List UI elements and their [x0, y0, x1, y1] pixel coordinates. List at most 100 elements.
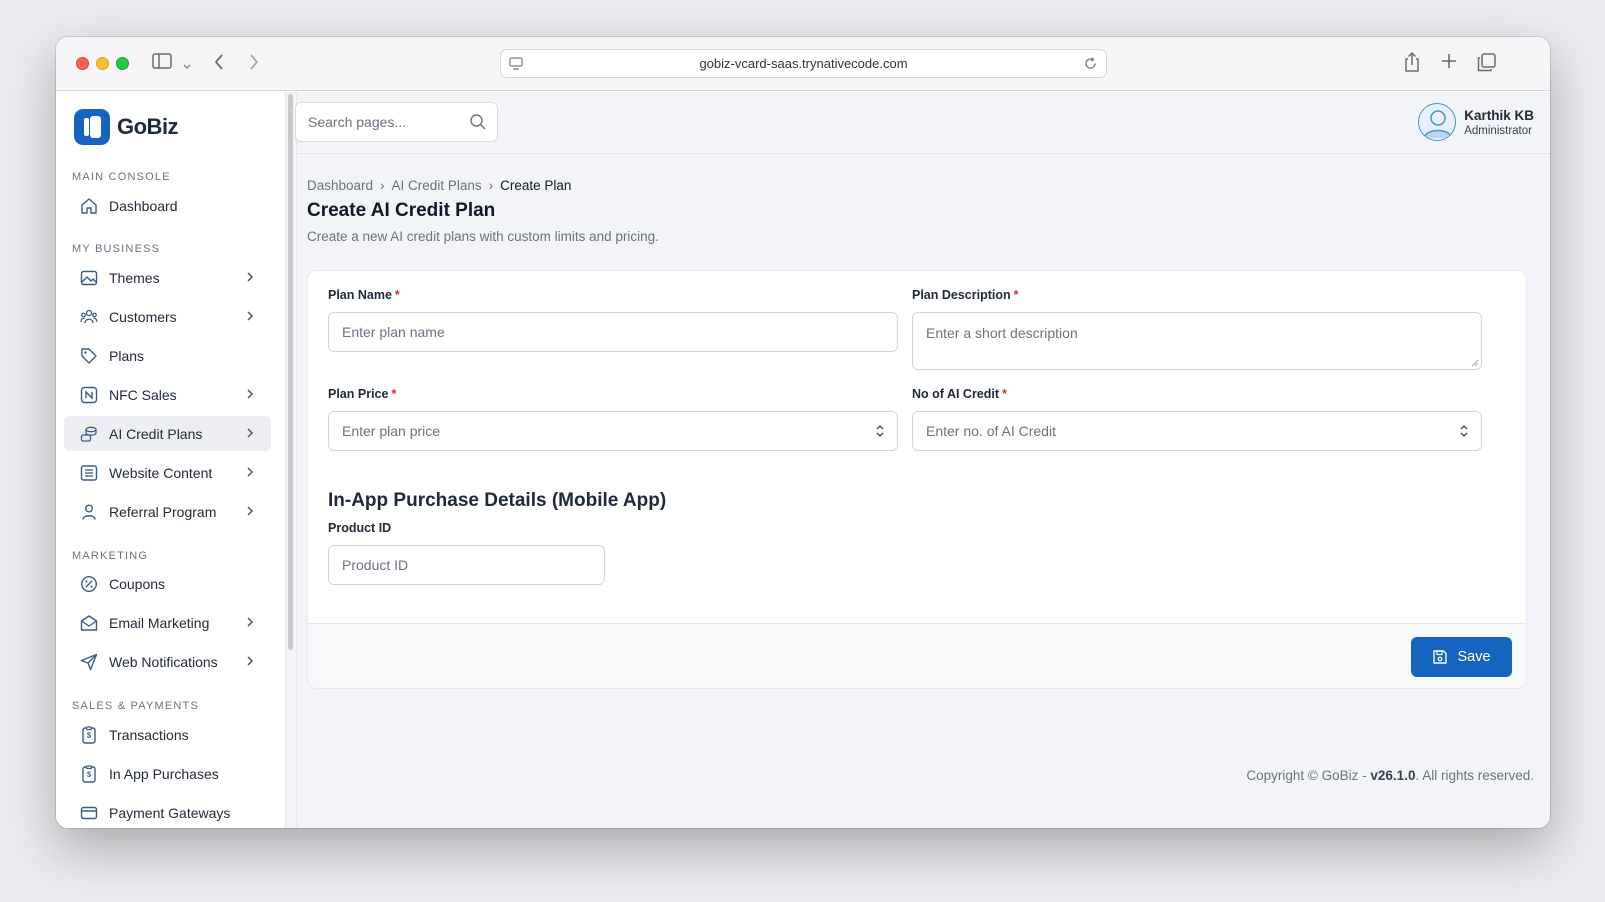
- user-role: Administrator: [1464, 124, 1532, 137]
- sidebar-toggle-icon[interactable]: [152, 53, 172, 73]
- plan-price-label: Plan Price *: [328, 387, 397, 401]
- chevron-right-icon: [247, 428, 254, 438]
- ai-credit-label: No of AI Credit *: [912, 387, 1007, 401]
- breadcrumb-ai-credit-plans[interactable]: AI Credit Plans: [392, 178, 482, 193]
- sidebar-item-referral-program[interactable]: Referral Program: [64, 494, 271, 529]
- document-icon: [80, 464, 98, 482]
- plan-description-label: Plan Description *: [912, 288, 1019, 302]
- browser-titlebar: gobiz-vcard-saas.trynativecode.com: [56, 37, 1550, 91]
- top-header: Search pages... Karthik KB Administrator: [295, 92, 1550, 154]
- discount-icon: [80, 575, 98, 593]
- sidebar-item-label: Customers: [109, 308, 177, 325]
- minimize-window-button[interactable]: [96, 57, 109, 70]
- sidebar-item-label: Website Content: [109, 464, 213, 481]
- sidebar-item-label: Web Notifications: [109, 653, 218, 670]
- share-icon[interactable]: [1403, 51, 1421, 77]
- version-text: v26.1.0: [1370, 768, 1416, 783]
- sidebar-item-label: In App Purchases: [109, 765, 219, 782]
- sidebar-item-label: AI Credit Plans: [109, 425, 203, 442]
- forward-icon[interactable]: [248, 53, 260, 75]
- reload-icon[interactable]: [1083, 56, 1098, 71]
- main-content: Search pages... Karthik KB Administrator…: [295, 92, 1550, 828]
- sidebar-item-nfc-sales[interactable]: NFC Sales: [64, 377, 271, 412]
- chevron-down-icon[interactable]: [182, 55, 192, 75]
- sidebar-item-label: Transactions: [109, 726, 189, 743]
- sidebar-item-label: Email Marketing: [109, 614, 210, 631]
- save-label: Save: [1457, 649, 1491, 665]
- brand-logo[interactable]: GoBiz: [74, 109, 179, 145]
- sidebar-item-coupons[interactable]: Coupons: [64, 566, 271, 601]
- sidebar-item-in-app-purchases[interactable]: In App Purchases: [64, 756, 271, 791]
- sidebar-item-email-marketing[interactable]: Email Marketing: [64, 605, 271, 640]
- sidebar-item-dashboard[interactable]: Dashboard: [64, 188, 271, 223]
- card-icon: [80, 804, 98, 822]
- number-stepper-icon[interactable]: [1459, 423, 1469, 439]
- product-id-label: Product ID: [328, 521, 392, 535]
- sidebar-item-themes[interactable]: Themes: [64, 260, 271, 295]
- nfc-icon: [80, 386, 98, 404]
- section-sales-payments: SALES & PAYMENTS: [72, 700, 199, 712]
- back-icon[interactable]: [213, 53, 225, 75]
- page-title: Create AI Credit Plan: [307, 200, 496, 221]
- save-button[interactable]: Save: [1411, 637, 1512, 677]
- number-stepper-icon[interactable]: [875, 423, 885, 439]
- breadcrumb: Dashboard › AI Credit Plans › Create Plan: [307, 178, 572, 193]
- search-icon[interactable]: [469, 113, 487, 131]
- coins-icon: [80, 425, 98, 443]
- receipt-icon: [80, 725, 98, 744]
- sidebar-item-label: Dashboard: [109, 197, 178, 214]
- chevron-right-icon: [247, 467, 254, 477]
- close-window-button[interactable]: [76, 57, 89, 70]
- chevron-right-icon: [247, 506, 254, 516]
- sidebar-item-label: Referral Program: [109, 503, 217, 520]
- sidebar-scrollbar[interactable]: [288, 94, 293, 650]
- plan-name-label: Plan Name *: [328, 288, 400, 302]
- sidebar-item-customers[interactable]: Customers: [64, 299, 271, 334]
- chevron-right-icon: [247, 656, 254, 666]
- plan-form-card: Plan Name * Enter plan name Plan Descript…: [307, 270, 1527, 689]
- plan-price-input[interactable]: Enter plan price: [328, 411, 898, 451]
- plan-name-input[interactable]: Enter plan name: [328, 312, 898, 352]
- send-icon: [80, 653, 98, 671]
- ai-credit-input[interactable]: Enter no. of AI Credit: [912, 411, 1482, 451]
- sidebar-item-transactions[interactable]: Transactions: [64, 717, 271, 752]
- copyright-text: Copyright © GoBiz - v26.1.0. All rights …: [1246, 768, 1534, 783]
- sidebar-item-web-notifications[interactable]: Web Notifications: [64, 644, 271, 679]
- section-marketing: MARKETING: [72, 550, 149, 562]
- sidebar-item-ai-credit-plans[interactable]: AI Credit Plans: [64, 416, 271, 451]
- sidebar-item-label: NFC Sales: [109, 386, 177, 403]
- maximize-window-button[interactable]: [116, 57, 129, 70]
- plan-description-textarea[interactable]: Enter a short description: [912, 312, 1482, 370]
- home-icon: [80, 197, 98, 215]
- chevron-right-icon: [247, 617, 254, 627]
- chevron-right-icon: [247, 311, 254, 321]
- site-settings-icon: [509, 57, 523, 70]
- search-input[interactable]: Search pages...: [295, 102, 498, 142]
- section-my-business: MY BUSINESS: [72, 243, 161, 255]
- mail-icon: [80, 614, 98, 632]
- chevron-right-icon: [247, 389, 254, 399]
- address-bar[interactable]: gobiz-vcard-saas.trynativecode.com: [500, 49, 1107, 78]
- sidebar: GoBiz MAIN CONSOLE Dashboard MY BUSINESS…: [56, 92, 286, 828]
- user-icon: [80, 503, 98, 521]
- search-placeholder: Search pages...: [308, 114, 407, 130]
- new-tab-icon[interactable]: [1441, 53, 1457, 73]
- image-icon: [80, 269, 98, 287]
- product-id-input[interactable]: Product ID: [328, 545, 605, 585]
- resize-handle-icon[interactable]: [1471, 359, 1479, 367]
- browser-window: gobiz-vcard-saas.trynativecode.com GoBiz…: [56, 37, 1550, 828]
- breadcrumb-current: Create Plan: [500, 178, 572, 193]
- sidebar-item-payment-gateways[interactable]: Payment Gateways: [64, 795, 271, 828]
- sidebar-item-website-content[interactable]: Website Content: [64, 455, 271, 490]
- page-subtitle: Create a new AI credit plans with custom…: [307, 229, 659, 244]
- sidebar-item-label: Themes: [109, 269, 160, 286]
- sidebar-item-plans[interactable]: Plans: [64, 338, 271, 373]
- user-menu[interactable]: Karthik KB Administrator: [1418, 103, 1534, 141]
- sidebar-item-label: Payment Gateways: [109, 804, 231, 821]
- tab-overview-icon[interactable]: [1477, 53, 1496, 76]
- section-main-console: MAIN CONSOLE: [72, 171, 171, 183]
- tag-icon: [80, 347, 98, 365]
- sidebar-item-label: Coupons: [109, 575, 166, 592]
- form-footer: Save: [308, 623, 1526, 688]
- breadcrumb-dashboard[interactable]: Dashboard: [307, 178, 373, 193]
